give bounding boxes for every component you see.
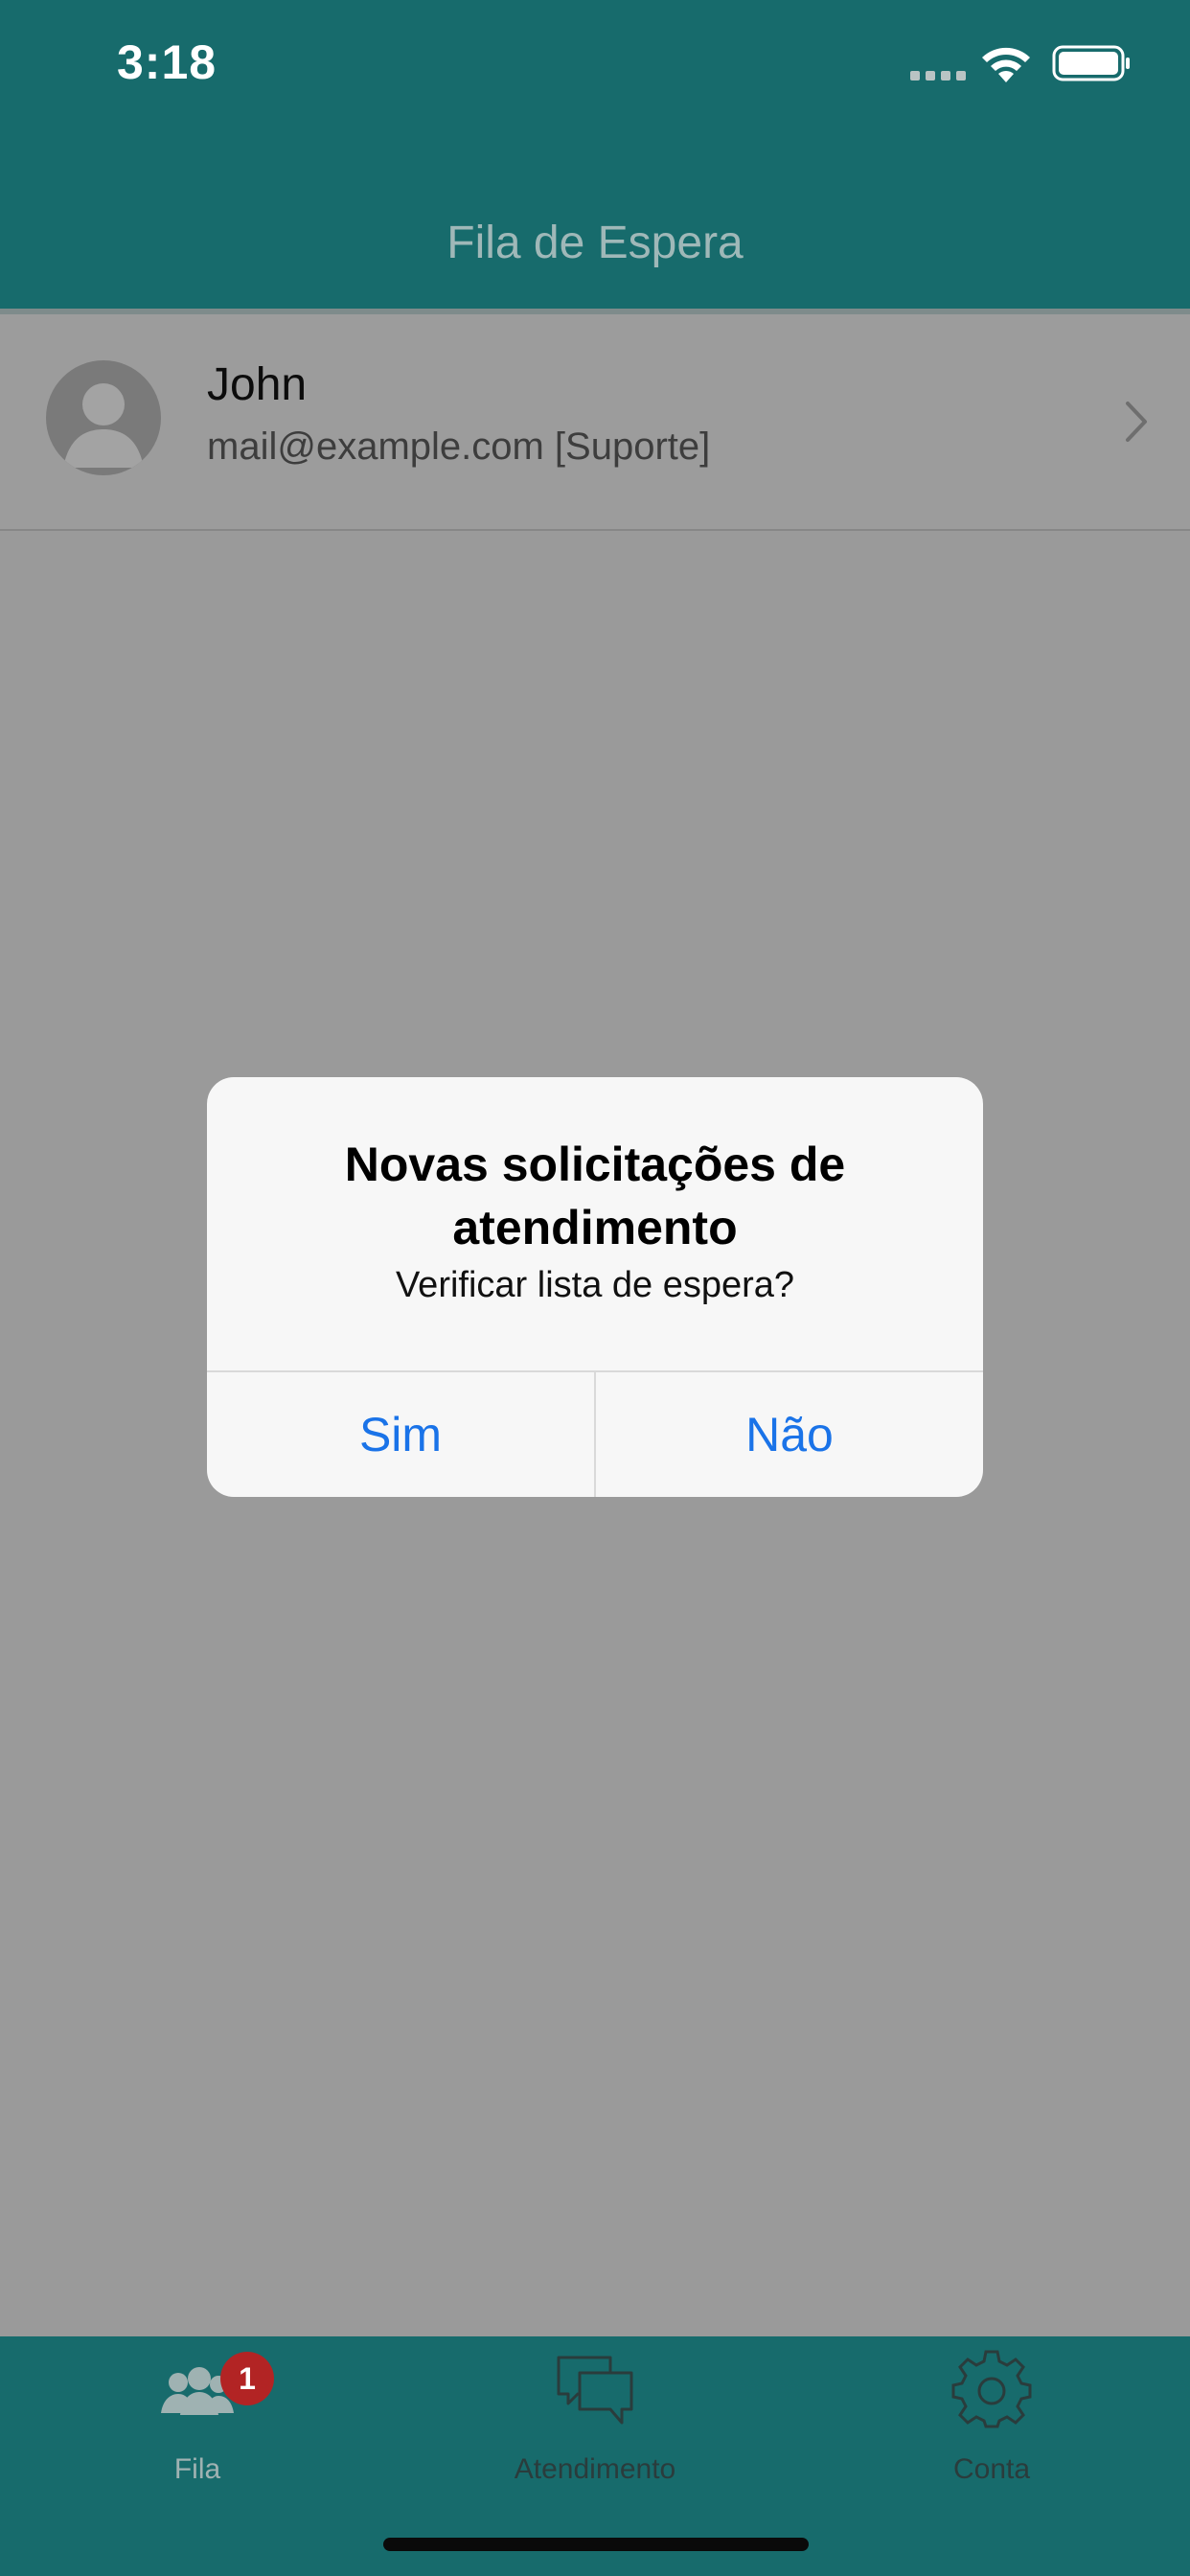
tab-atendimento-label: Atendimento <box>514 2453 676 2485</box>
status-time: 3:18 <box>117 35 217 89</box>
home-indicator[interactable] <box>383 2538 809 2551</box>
no-button[interactable]: Não <box>596 1372 983 1497</box>
tab-fila[interactable]: 1 Fila <box>54 2336 341 2499</box>
avatar <box>46 360 161 475</box>
alert-message: Verificar lista de espera? <box>395 1265 795 1305</box>
tab-conta-label: Conta <box>952 2453 1031 2485</box>
list-item[interactable]: John mail@example.com [Suporte] <box>0 314 1190 531</box>
user-placeholder-icon <box>63 383 144 468</box>
chevron-right-icon <box>1126 402 1147 442</box>
page-title: Fila de Espera <box>446 218 744 268</box>
list-item-name: John <box>207 359 308 410</box>
battery-icon <box>1052 45 1130 81</box>
wifi-icon <box>982 47 1030 82</box>
signal-icon <box>910 71 966 80</box>
gear-icon <box>951 2350 1032 2428</box>
navigation-bar: 3:18 Fila de Espera <box>0 0 1190 309</box>
status-icons <box>910 44 1131 86</box>
notification-badge: 1 <box>220 2352 274 2405</box>
alert-dialog: Novas solicitações de atendimento Verifi… <box>207 1077 983 1497</box>
tab-conta[interactable]: Conta <box>848 2336 1135 2499</box>
chat-bubbles-icon <box>557 2356 633 2425</box>
tab-atendimento[interactable]: Atendimento <box>451 2336 739 2499</box>
yes-button[interactable]: Sim <box>207 1372 594 1497</box>
alert-title: Novas solicitações de atendimento <box>344 1138 846 1254</box>
list-item-subtitle: mail@example.com [Suporte] <box>207 426 711 468</box>
tab-fila-label: Fila <box>173 2453 221 2485</box>
